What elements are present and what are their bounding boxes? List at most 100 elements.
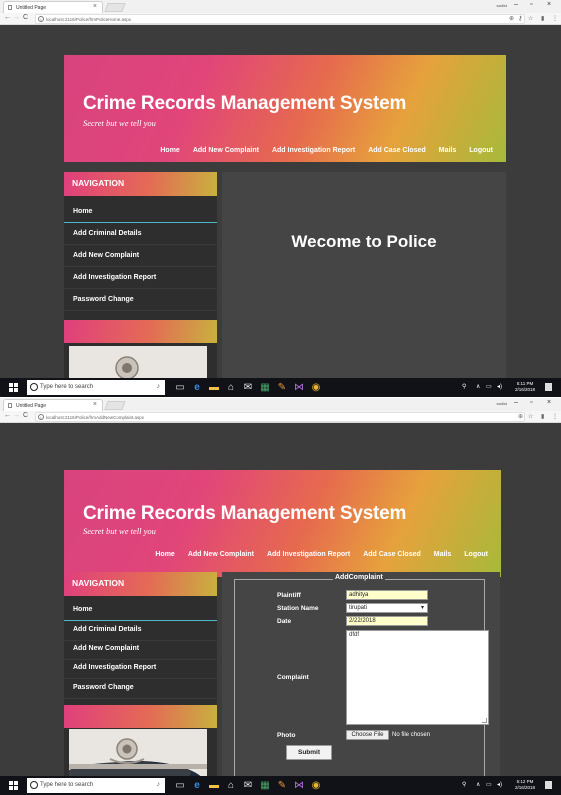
menu-home[interactable]: Home <box>155 551 174 558</box>
add-complaint-fieldset: AddComplaint Plaintiff adhitya Station N… <box>234 574 489 779</box>
mail-icon[interactable]: ✉ <box>243 780 253 791</box>
windows-start-icon[interactable] <box>9 383 18 392</box>
resize-handle-icon[interactable] <box>482 718 487 723</box>
reload-icon[interactable]: C <box>23 14 28 21</box>
info-icon[interactable]: i <box>38 414 44 420</box>
tray-chevron-icon[interactable]: ∧ <box>476 383 480 390</box>
plaintiff-input[interactable]: adhitya <box>346 590 428 600</box>
browser-tab[interactable]: Untitled Page × <box>3 1 103 13</box>
menu-add-investigation-report[interactable]: Add Investigation Report <box>272 147 355 154</box>
submit-button[interactable]: Submit <box>286 745 332 760</box>
maximize-icon[interactable]: ▫ <box>530 399 532 406</box>
windows-start-icon[interactable] <box>9 781 18 790</box>
system-clock[interactable]: 5:11 PM 2/16/2018 <box>515 381 535 393</box>
forward-icon[interactable]: → <box>13 14 20 21</box>
back-icon[interactable]: ← <box>4 412 11 419</box>
profile-label[interactable]: sadist <box>497 401 507 406</box>
sidebar-item-home[interactable]: Home <box>64 600 217 621</box>
file-explorer-icon[interactable]: ▬ <box>209 780 219 791</box>
new-tab-button[interactable] <box>104 401 126 410</box>
edge-icon[interactable]: e <box>192 382 202 393</box>
menu-add-case-closed[interactable]: Add Case Closed <box>363 551 421 558</box>
menu-icon[interactable]: ⋮ <box>552 15 558 22</box>
paint-icon[interactable]: ✎ <box>277 382 287 393</box>
tray-chevron-icon[interactable]: ∧ <box>476 781 480 788</box>
close-tab-icon[interactable]: × <box>93 3 97 10</box>
menu-mails[interactable]: Mails <box>439 147 457 154</box>
chrome-icon[interactable]: ◉ <box>311 382 321 393</box>
excel-icon[interactable]: ▦ <box>260 382 270 393</box>
menu-logout[interactable]: Logout <box>469 147 493 154</box>
star-icon[interactable]: ☆ <box>528 15 533 22</box>
task-view-icon[interactable]: ▭ <box>175 382 185 393</box>
people-icon[interactable]: ⚲ <box>462 781 466 788</box>
sidebar-item-password-change[interactable]: Password Change <box>64 678 217 699</box>
menu-logout[interactable]: Logout <box>464 551 488 558</box>
back-icon[interactable]: ← <box>4 14 11 21</box>
address-bar[interactable]: i localhost:2116/Police/frmAddNewComplai… <box>35 412 525 422</box>
extension-icon[interactable]: ▮ <box>541 413 544 420</box>
mail-icon[interactable]: ✉ <box>243 382 253 393</box>
profile-label[interactable]: sadist <box>497 3 507 8</box>
zoom-icon[interactable]: ⊕ <box>518 413 523 420</box>
network-icon[interactable]: ▭ <box>486 781 492 788</box>
taskbar-search[interactable]: Type here to search ♪ <box>27 778 165 793</box>
volume-icon[interactable]: ◂) <box>497 781 502 788</box>
edge-icon[interactable]: e <box>192 780 202 791</box>
address-bar[interactable]: i localhost:2116/Police/frmPoliceHome.as… <box>35 14 525 24</box>
menu-home[interactable]: Home <box>160 147 179 154</box>
choose-file-button[interactable]: Choose File <box>346 730 389 740</box>
reload-icon[interactable]: C <box>23 412 28 419</box>
task-view-icon[interactable]: ▭ <box>175 780 185 791</box>
forward-icon[interactable]: → <box>13 412 20 419</box>
people-icon[interactable]: ⚲ <box>462 383 466 390</box>
sidebar-item-home[interactable]: Home <box>64 202 217 223</box>
store-icon[interactable]: ⌂ <box>226 780 236 791</box>
menu-add-new-complaint[interactable]: Add New Complaint <box>188 551 254 558</box>
browser-tab[interactable]: Untitled Page × <box>3 399 103 411</box>
maximize-icon[interactable]: ▫ <box>530 1 532 8</box>
close-window-icon[interactable]: × <box>547 1 551 8</box>
menu-add-investigation-report[interactable]: Add Investigation Report <box>267 551 350 558</box>
visual-studio-icon[interactable]: ⋈ <box>294 382 304 393</box>
station-name-select[interactable]: tirupati ▾ <box>346 603 428 613</box>
menu-add-case-closed[interactable]: Add Case Closed <box>368 147 426 154</box>
info-icon[interactable]: i <box>38 16 44 22</box>
sidebar-item-add-criminal-details[interactable]: Add Criminal Details <box>64 620 217 641</box>
system-clock[interactable]: 5:12 PM 2/16/2018 <box>515 779 535 791</box>
mic-icon[interactable]: ♪ <box>157 781 161 788</box>
paint-icon[interactable]: ✎ <box>277 780 287 791</box>
key-icon[interactable]: ⚷ <box>518 15 522 22</box>
file-explorer-icon[interactable]: ▬ <box>209 382 219 393</box>
excel-icon[interactable]: ▦ <box>260 780 270 791</box>
sidebar-item-add-investigation-report[interactable]: Add Investigation Report <box>64 268 217 289</box>
sidebar-item-add-new-complaint[interactable]: Add New Complaint <box>64 639 217 660</box>
notification-icon[interactable] <box>545 781 552 789</box>
volume-icon[interactable]: ◂) <box>497 383 502 390</box>
mic-icon[interactable]: ♪ <box>157 383 161 390</box>
close-window-icon[interactable]: × <box>547 399 551 406</box>
network-icon[interactable]: ▭ <box>486 383 492 390</box>
menu-mails[interactable]: Mails <box>434 551 452 558</box>
menu-icon[interactable]: ⋮ <box>552 413 558 420</box>
sidebar-item-add-new-complaint[interactable]: Add New Complaint <box>64 246 217 267</box>
zoom-icon[interactable]: ⊕ <box>509 15 514 22</box>
store-icon[interactable]: ⌂ <box>226 382 236 393</box>
extension-icon[interactable]: ▮ <box>541 15 544 22</box>
minimize-icon[interactable]: – <box>514 1 518 8</box>
chrome-icon[interactable]: ◉ <box>311 780 321 791</box>
sidebar-item-add-criminal-details[interactable]: Add Criminal Details <box>64 224 217 245</box>
complaint-textarea[interactable]: dfdf <box>346 630 489 725</box>
new-tab-button[interactable] <box>104 3 126 12</box>
minimize-icon[interactable]: – <box>514 399 518 406</box>
taskbar-search[interactable]: Type here to search ♪ <box>27 380 165 395</box>
menu-add-new-complaint[interactable]: Add New Complaint <box>193 147 259 154</box>
sidebar-item-add-investigation-report[interactable]: Add Investigation Report <box>64 658 217 679</box>
date-input[interactable]: 2/22/2018 <box>346 616 428 626</box>
sidebar-item-password-change[interactable]: Password Change <box>64 290 217 311</box>
station-name-label: Station Name <box>277 605 319 612</box>
close-tab-icon[interactable]: × <box>93 401 97 408</box>
visual-studio-icon[interactable]: ⋈ <box>294 780 304 791</box>
notification-icon[interactable] <box>545 383 552 391</box>
star-icon[interactable]: ☆ <box>528 413 533 420</box>
